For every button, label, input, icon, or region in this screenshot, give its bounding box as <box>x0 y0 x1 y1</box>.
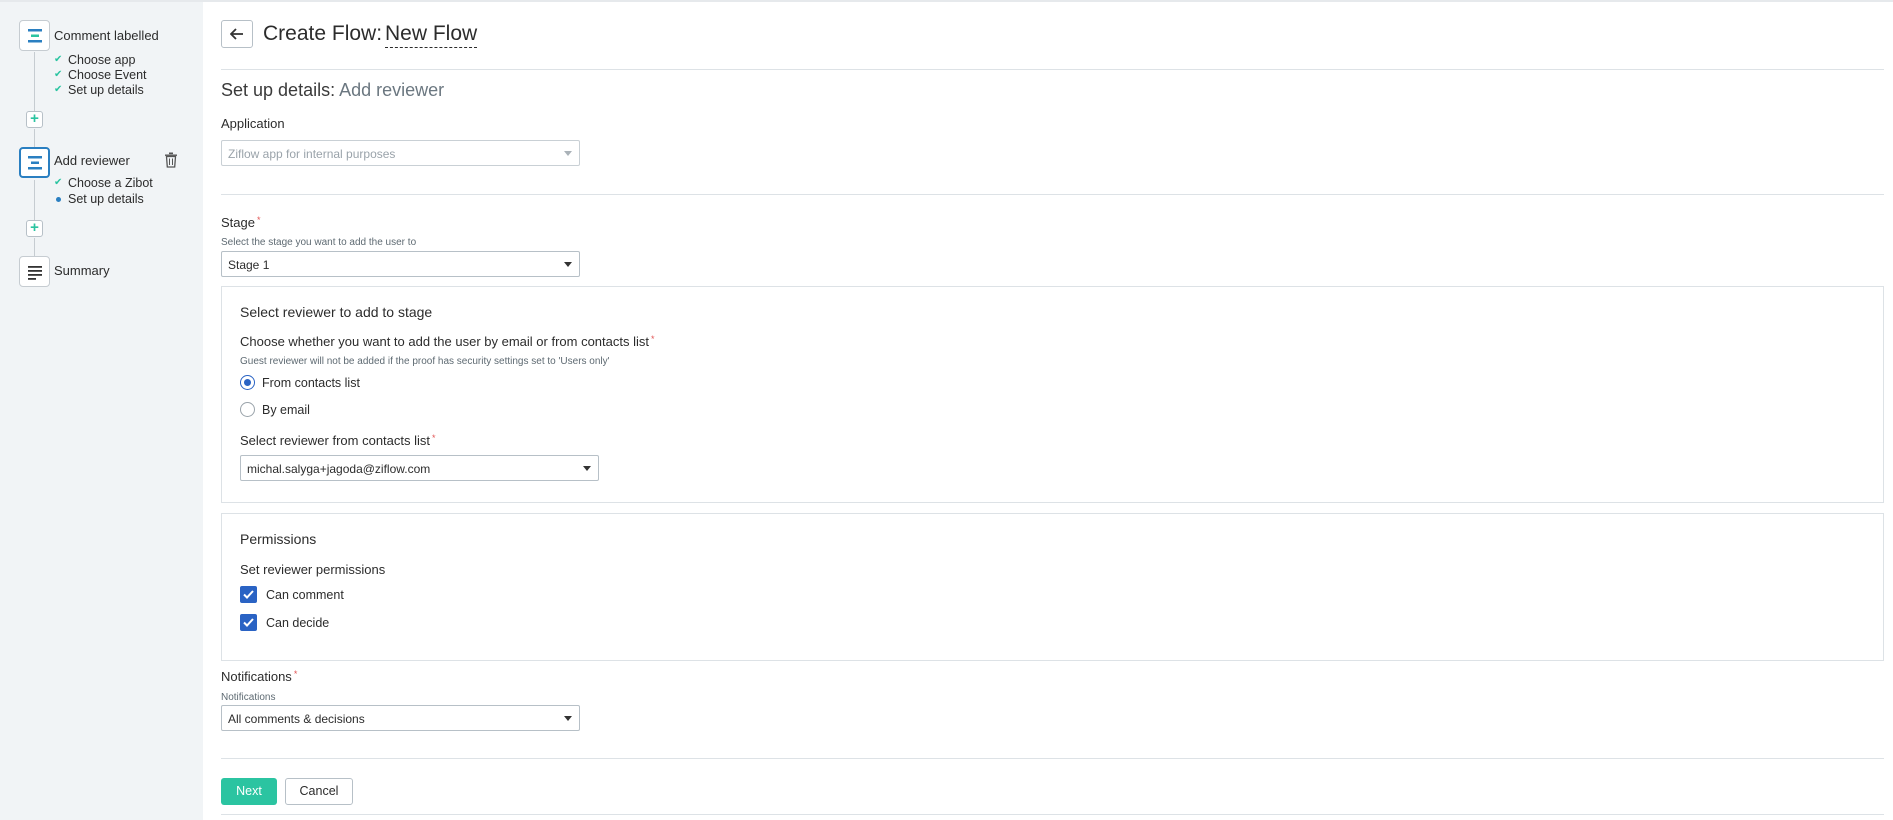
contact-select-value: michal.salyga+jagoda@ziflow.com <box>247 462 431 476</box>
reviewer-method-label: Choose whether you want to add the user … <box>240 334 655 349</box>
notifications-select-value: All comments & decisions <box>228 712 365 726</box>
step-icon-summary[interactable] <box>19 256 50 287</box>
chevron-down-icon <box>583 466 591 471</box>
divider <box>221 814 1884 815</box>
divider <box>221 194 1884 195</box>
step-title-summary[interactable]: Summary <box>54 263 110 278</box>
ziflow-logo-icon <box>27 155 42 169</box>
radio-label-from-contacts-list[interactable]: From contacts list <box>262 376 360 390</box>
add-step-button[interactable]: + <box>26 220 43 237</box>
reviewer-method-help: Guest reviewer will not be added if the … <box>240 356 610 367</box>
check-icon: ✔ <box>54 54 63 65</box>
back-button[interactable] <box>221 20 253 48</box>
radio-by-email[interactable] <box>240 402 255 417</box>
contact-select-label: Select reviewer from contacts list * <box>240 433 436 448</box>
divider <box>221 69 1884 70</box>
check-icon: ✔ <box>54 69 63 80</box>
notifications-select[interactable]: All comments & decisions <box>221 705 580 731</box>
chevron-down-icon <box>564 151 572 156</box>
stage-label: Stage * <box>221 215 261 230</box>
add-step-button[interactable]: + <box>26 111 43 128</box>
application-select[interactable]: Ziflow app for internal purposes <box>221 140 580 166</box>
page-title: Create Flow: <box>263 22 383 45</box>
radio-label-by-email[interactable]: By email <box>262 403 310 417</box>
checkbox-can-comment[interactable] <box>240 586 257 603</box>
step-icon-comment-labelled[interactable] <box>19 20 50 51</box>
step-icon-add-reviewer[interactable] <box>19 147 50 178</box>
step-connector <box>34 238 35 256</box>
trash-icon[interactable] <box>164 152 178 168</box>
step-connector <box>34 129 35 147</box>
ziflow-logo-icon <box>27 28 42 42</box>
application-label: Application <box>221 116 285 131</box>
check-icon <box>243 618 254 627</box>
notifications-help: Notifications <box>221 692 276 703</box>
list-icon <box>27 265 42 280</box>
next-button[interactable]: Next <box>221 778 277 805</box>
checkbox-can-decide[interactable] <box>240 614 257 631</box>
section-subheading: Add reviewer <box>339 80 445 100</box>
step-title-add-reviewer[interactable]: Add reviewer <box>54 153 130 168</box>
main-content: Create Flow: New Flow Set up details: Ad… <box>203 2 1893 820</box>
stage-help: Select the stage you want to add the use… <box>221 237 417 248</box>
permissions-panel: Permissions Set reviewer permissions Can… <box>221 513 1884 661</box>
checkbox-label-can-comment[interactable]: Can comment <box>266 588 344 602</box>
check-icon <box>243 590 254 599</box>
radio-from-contacts-list[interactable] <box>240 375 255 390</box>
permissions-label: Set reviewer permissions <box>240 562 386 577</box>
checkbox-label-can-decide[interactable]: Can decide <box>266 616 329 630</box>
flow-name-editable[interactable]: New Flow <box>385 22 478 48</box>
cancel-button[interactable]: Cancel <box>285 778 353 805</box>
arrow-left-icon <box>230 28 243 40</box>
divider <box>221 758 1884 759</box>
stage-select[interactable]: Stage 1 <box>221 251 580 277</box>
check-icon: ✔ <box>54 177 63 188</box>
reviewer-panel-title: Select reviewer to add to stage <box>240 304 433 320</box>
reviewer-panel: Select reviewer to add to stage Choose w… <box>221 286 1884 503</box>
notifications-label: Notifications * <box>221 669 298 684</box>
stage-select-value: Stage 1 <box>228 258 270 272</box>
step-connector <box>34 52 35 116</box>
application-select-value: Ziflow app for internal purposes <box>228 147 396 161</box>
flow-steps-sidebar: Comment labelled ✔ Choose app ✔ Choose Eve… <box>0 2 203 820</box>
chevron-down-icon <box>564 262 572 267</box>
section-heading: Set up details: Add reviewer <box>221 80 444 101</box>
check-icon: ✔ <box>54 84 63 95</box>
permissions-panel-title: Permissions <box>240 531 317 547</box>
chevron-down-icon <box>564 716 572 721</box>
current-step-dot <box>56 197 61 202</box>
section-heading-label: Set up details: <box>221 80 336 100</box>
step-title-comment-labelled[interactable]: Comment labelled <box>54 28 159 43</box>
contact-select[interactable]: michal.salyga+jagoda@ziflow.com <box>240 455 599 481</box>
